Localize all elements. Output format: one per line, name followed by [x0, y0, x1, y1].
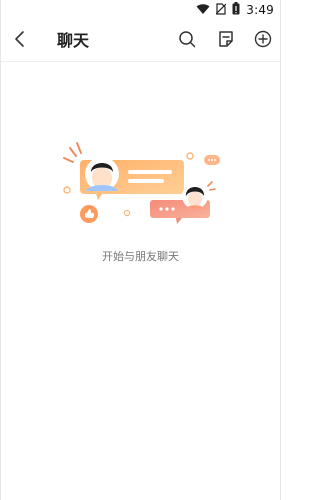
battery-icon — [232, 2, 240, 18]
no-sim-icon — [215, 2, 227, 18]
empty-chat-illustration — [56, 130, 226, 230]
empty-state-message: 开始与朋友聊天 — [102, 250, 179, 263]
add-button[interactable] — [252, 30, 274, 52]
status-bar: 3:49 — [1, 0, 280, 20]
chat-screen: 3:49 聊天 开始与朋友聊天 — [0, 0, 281, 500]
status-icons: 3:49 — [196, 2, 274, 18]
chat-list-area: 开始与朋友聊天 — [1, 62, 280, 500]
wifi-icon — [196, 3, 210, 18]
search-icon — [178, 30, 196, 52]
note-icon — [217, 30, 235, 52]
plus-circle-icon — [254, 30, 272, 52]
note-button[interactable] — [215, 30, 237, 52]
page-title: 聊天 — [57, 31, 90, 50]
search-button[interactable] — [176, 30, 198, 52]
status-time: 3:49 — [246, 3, 274, 17]
back-button[interactable] — [9, 30, 31, 52]
chevron-left-icon — [14, 30, 26, 52]
app-header: 聊天 — [1, 20, 280, 62]
